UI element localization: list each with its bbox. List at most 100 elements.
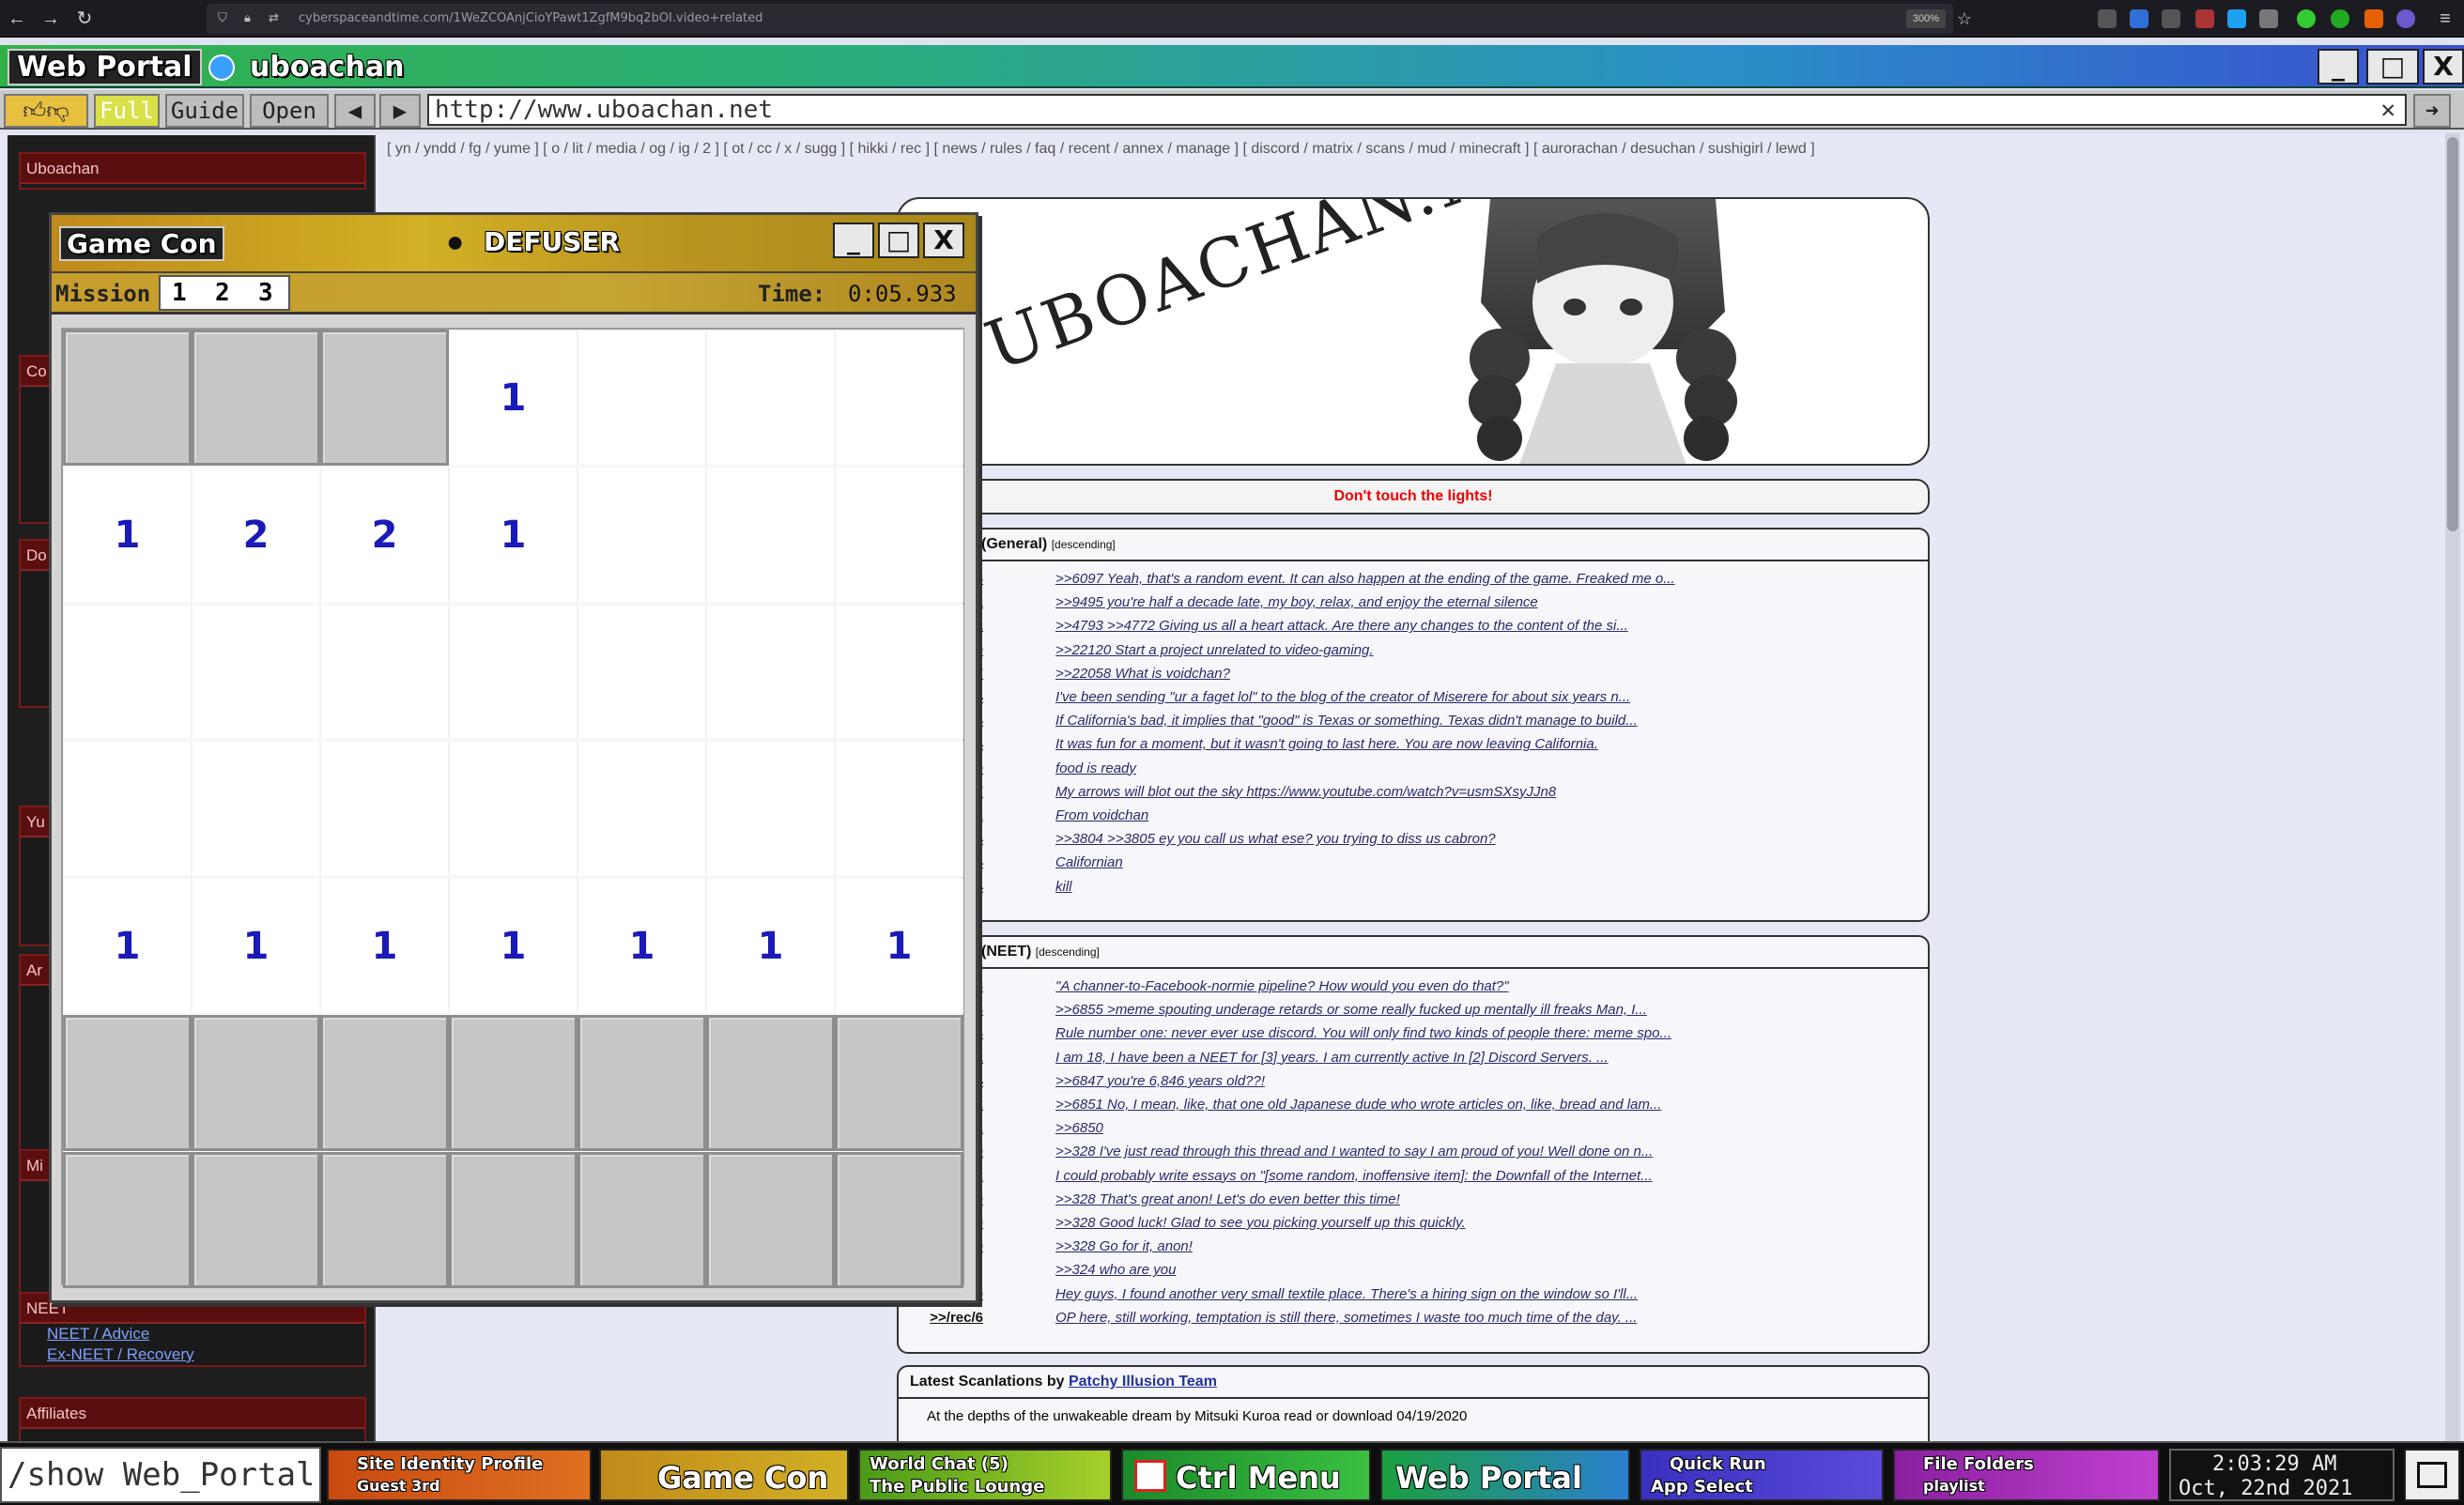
minefield-cell-closed[interactable] — [192, 1015, 320, 1151]
guide-button[interactable]: Guide — [165, 94, 244, 128]
forward-icon[interactable]: → — [38, 6, 64, 32]
minefield-cell-open[interactable] — [835, 741, 963, 877]
reload-icon[interactable]: ↻ — [71, 6, 98, 32]
minefield-cell-open[interactable]: 1 — [320, 878, 449, 1014]
post-excerpt-link[interactable]: Californian — [1055, 854, 1750, 870]
post-excerpt-link[interactable]: I am 18, I have been a NEET for [3] year… — [1055, 1050, 1750, 1066]
game-maximize-button[interactable]: □ — [878, 223, 919, 258]
minefield-cell-closed[interactable] — [706, 1152, 835, 1288]
post-excerpt-link[interactable]: >>22058 What is voidchan? — [1055, 666, 1750, 682]
extension-red-icon[interactable] — [2195, 9, 2214, 28]
post-excerpt-link[interactable]: It was fun for a moment, but it wasn't g… — [1055, 736, 1750, 752]
post-excerpt-link[interactable]: >>328 Go for it, anon! — [1055, 1238, 1750, 1254]
zoom-badge[interactable]: 300% — [1906, 9, 1946, 28]
minefield-cell-open[interactable]: 1 — [835, 878, 963, 1014]
minefield-cell-closed[interactable] — [706, 1015, 835, 1151]
post-excerpt-link[interactable]: >>22120 Start a project unrelated to vid… — [1055, 642, 1750, 658]
portal-titlebar[interactable]: Web Portal uboachan _ □ X — [0, 45, 2464, 88]
sidebar-link-ex-neet[interactable]: Ex-NEET / Recovery — [21, 1344, 364, 1365]
downloads-icon[interactable] — [2130, 9, 2148, 28]
extension-gray-icon[interactable] — [2259, 9, 2278, 28]
minefield-cell-open[interactable] — [320, 741, 449, 877]
task-quick-run[interactable]: Quick Run App Select — [1640, 1449, 1884, 1501]
minefield-cell-open[interactable] — [835, 467, 963, 603]
minefield-cell-open[interactable]: 1 — [449, 330, 578, 466]
post-excerpt-link[interactable]: food is ready — [1055, 760, 1750, 776]
minefield-cell-open[interactable] — [706, 467, 835, 603]
minefield-cell-open[interactable]: 1 — [63, 467, 192, 603]
game-minimize-button[interactable]: _ — [833, 223, 874, 258]
extension-dollar-icon[interactable] — [2331, 9, 2349, 28]
back-icon[interactable]: ← — [4, 6, 30, 32]
minefield-cell-open[interactable] — [449, 741, 578, 877]
minefield-cell-open[interactable] — [835, 330, 963, 466]
task-web-portal[interactable]: Web Portal — [1380, 1449, 1630, 1501]
minefield-cell-closed[interactable] — [320, 1152, 449, 1288]
post-excerpt-link[interactable]: >>6851 No, I mean, like, that one old Ja… — [1055, 1097, 1750, 1113]
post-excerpt-link[interactable]: I could probably write essays on "[some … — [1055, 1168, 1750, 1184]
mission-selector[interactable]: 1 2 3 — [159, 275, 290, 311]
post-excerpt-link[interactable]: kill — [1055, 879, 1750, 895]
clear-address-icon[interactable]: ✕ — [2380, 96, 2395, 124]
post-excerpt-link[interactable]: >>6850 — [1055, 1120, 1750, 1136]
minefield-cell-open[interactable]: 2 — [192, 467, 320, 603]
post-excerpt-link[interactable]: "A channer-to-Facebook-normie pipeline? … — [1055, 978, 1750, 994]
extension-fox-icon[interactable] — [2364, 9, 2383, 28]
minefield-cell-open[interactable]: 1 — [706, 878, 835, 1014]
post-excerpt-link[interactable]: OP here, still working, temptation is st… — [1055, 1310, 1750, 1326]
mission-1-button[interactable]: 1 — [172, 279, 187, 307]
post-excerpt-link[interactable]: >>328 Good luck! Glad to see you picking… — [1055, 1215, 1750, 1231]
account-icon[interactable] — [2396, 9, 2415, 28]
minefield-cell-closed[interactable] — [835, 1152, 963, 1288]
rate-buttons[interactable]: 👍︎👎︎ — [4, 94, 88, 128]
minefield-cell-open[interactable] — [706, 741, 835, 877]
task-file-folders[interactable]: File Folders playlist — [1893, 1449, 2160, 1501]
task-ctrl-menu[interactable]: Ctrl Menu — [1121, 1449, 1371, 1501]
minefield-cell-open[interactable] — [578, 604, 706, 740]
minefield-cell-closed[interactable] — [63, 1015, 192, 1151]
post-excerpt-link[interactable]: >>6847 you're 6,846 years old??! — [1055, 1073, 1750, 1089]
minefield-cell-open[interactable]: 1 — [449, 467, 578, 603]
post-excerpt-link[interactable]: >>9495 you're half a decade late, my boy… — [1055, 594, 1750, 610]
post-excerpt-link[interactable]: >>6855 >meme spouting underage retards o… — [1055, 1002, 1750, 1018]
scanlations-team-link[interactable]: Patchy Illusion Team — [1069, 1374, 1217, 1390]
post-excerpt-link[interactable]: >>328 I've just read through this thread… — [1055, 1144, 1750, 1159]
mission-2-button[interactable]: 2 — [215, 279, 230, 307]
post-excerpt-link[interactable]: From voidchan — [1055, 807, 1750, 823]
post-excerpt-link[interactable]: Rule number one: never ever use discord.… — [1055, 1025, 1750, 1041]
extension-blue-icon[interactable] — [2227, 9, 2246, 28]
minefield-cell-open[interactable]: 1 — [192, 878, 320, 1014]
minefield-cell-open[interactable] — [578, 741, 706, 877]
reader-icon[interactable] — [2162, 9, 2180, 28]
minefield-cell-open[interactable]: 1 — [578, 878, 706, 1014]
minefield-cell-closed[interactable] — [63, 1152, 192, 1288]
extension-green-icon[interactable] — [2297, 9, 2316, 28]
sidebar-link-neet-advice[interactable]: NEET / Advice — [21, 1324, 364, 1344]
general-posts-order[interactable]: [descending] — [1052, 538, 1116, 551]
thumbs-down-icon[interactable]: 👎︎ — [46, 98, 69, 124]
minefield-cell-closed[interactable] — [578, 1015, 706, 1151]
minefield-cell-closed[interactable] — [835, 1015, 963, 1151]
minefield-cell-open[interactable]: 2 — [320, 467, 449, 603]
minefield-cell-open[interactable] — [192, 604, 320, 740]
portal-maximize-button[interactable]: □ — [2366, 49, 2419, 84]
post-excerpt-link[interactable]: My arrows will blot out the sky https://… — [1055, 784, 1750, 800]
show-desktop-button[interactable] — [2404, 1449, 2460, 1501]
minefield-cell-open[interactable] — [578, 330, 706, 466]
minefield-cell-open[interactable]: 1 — [63, 878, 192, 1014]
minefield-cell-open[interactable] — [578, 467, 706, 603]
command-input[interactable]: /show Web_Portal — [0, 1447, 321, 1503]
post-excerpt-link[interactable]: Hey guys, I found another very small tex… — [1055, 1286, 1750, 1302]
pocket-icon[interactable] — [2098, 9, 2117, 28]
minefield-cell-closed[interactable] — [63, 330, 192, 466]
scrollbar-thumb[interactable] — [2447, 137, 2458, 531]
task-world-chat[interactable]: World Chat (5) The Public Lounge — [858, 1449, 1112, 1501]
task-site-identity[interactable]: Site Identity Profile Guest 3rd — [327, 1449, 592, 1501]
bookmark-star-icon[interactable]: ☆ — [1951, 6, 1978, 32]
post-excerpt-link[interactable]: >>6097 Yeah, that's a random event. It c… — [1055, 571, 1750, 587]
task-game-con[interactable]: Game Con — [599, 1449, 849, 1501]
open-button[interactable]: Open — [250, 94, 329, 128]
minefield-cell-open[interactable] — [706, 330, 835, 466]
minefield-cell-closed[interactable] — [192, 1152, 320, 1288]
minefield-cell-closed[interactable] — [320, 1015, 449, 1151]
